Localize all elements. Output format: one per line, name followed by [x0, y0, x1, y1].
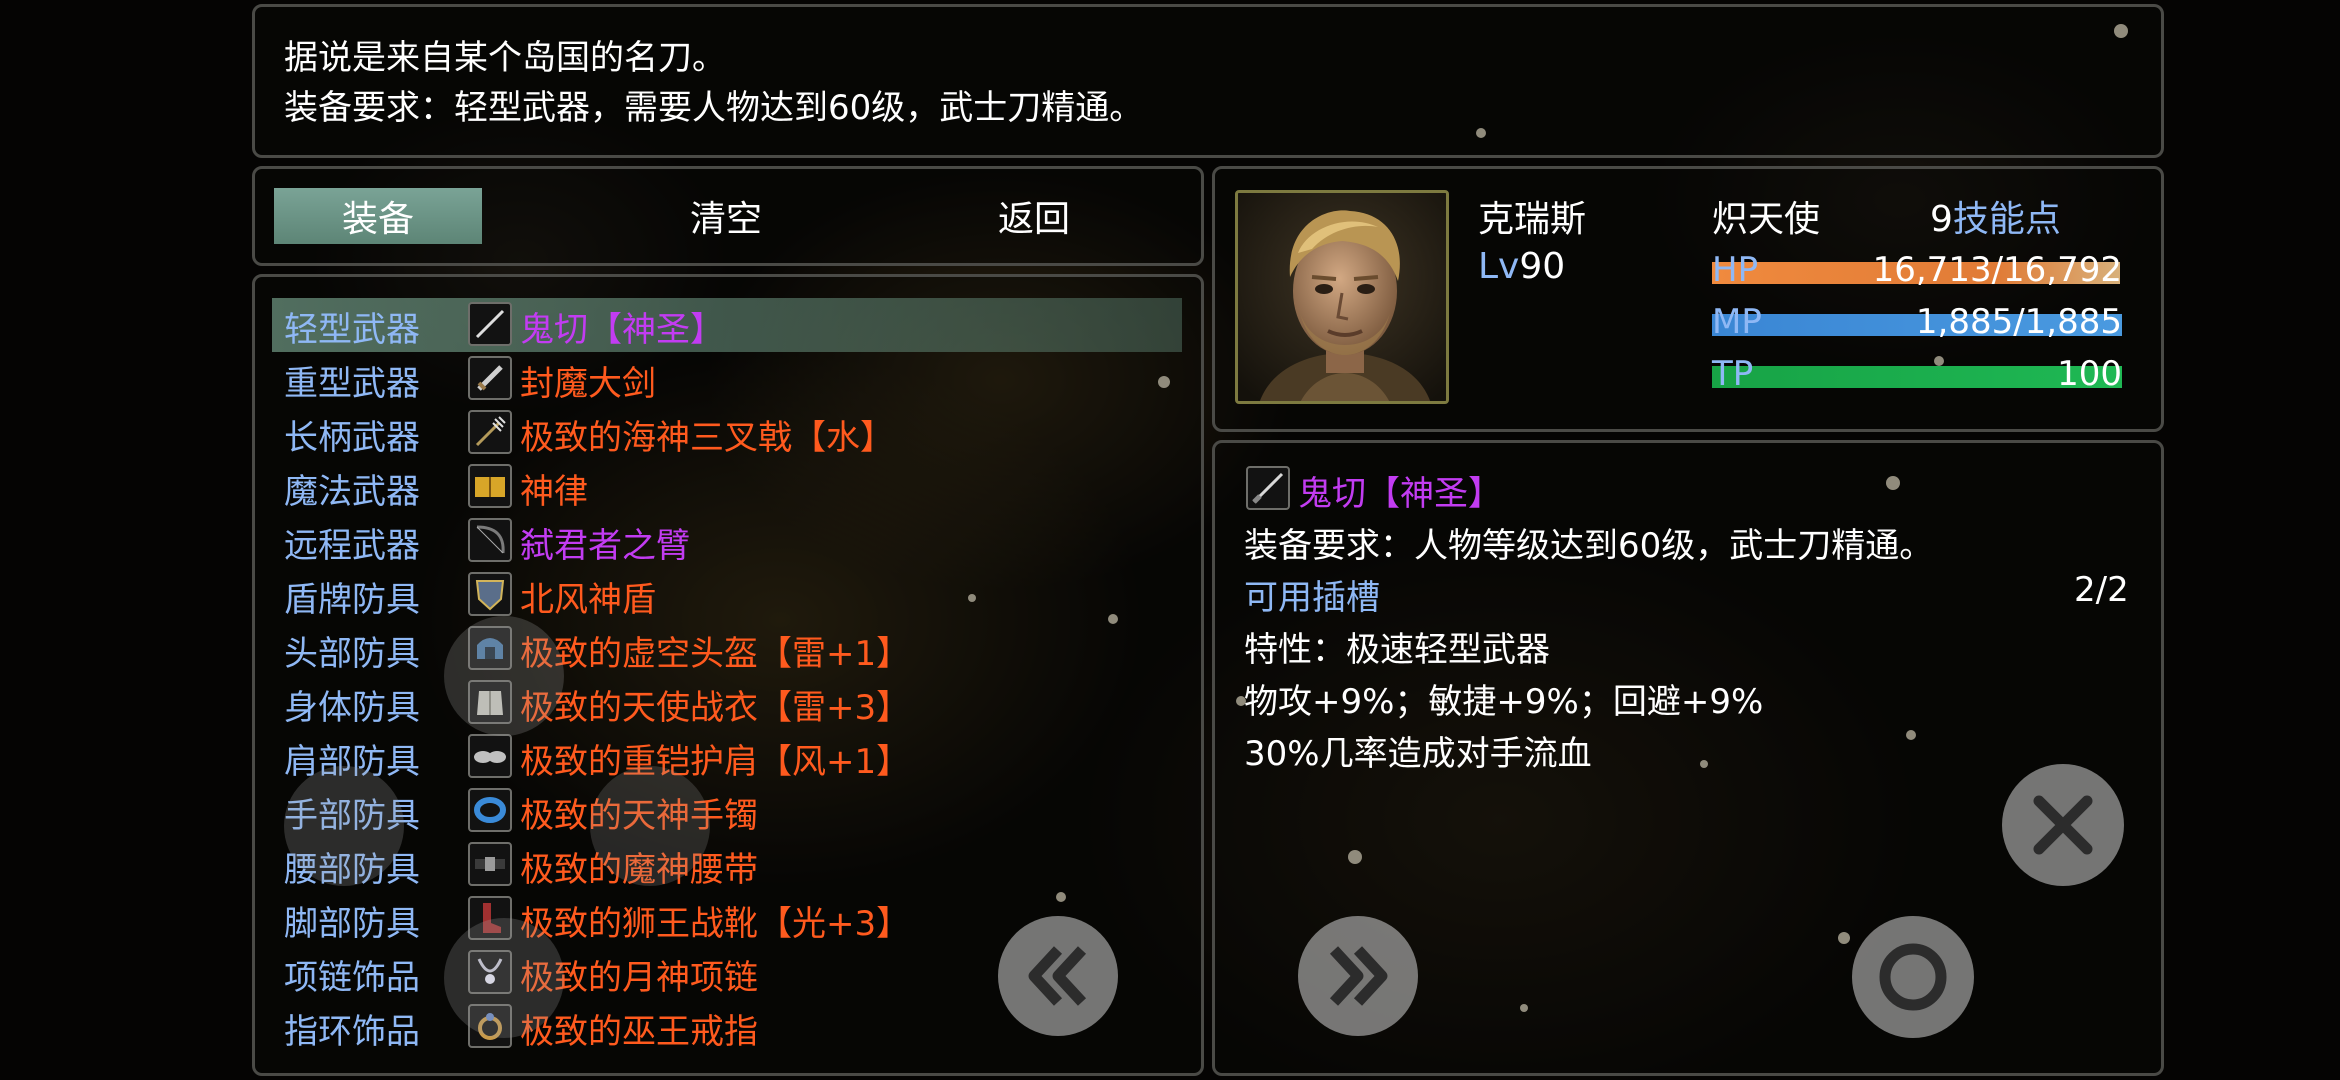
equipped-item-name: 极致的虚空头盔【雷+1】 — [520, 634, 911, 674]
item-trait: 特性：极速轻型武器 — [1244, 630, 1550, 670]
equipment-slot-row[interactable]: 长柄武器 极致的海神三叉戟【水】 — [272, 406, 1182, 460]
slot-type-label: 魔法武器 — [284, 472, 420, 512]
hp-bar: HP 16,713/16,792 — [1712, 250, 2122, 290]
pauldron-icon — [468, 734, 512, 778]
slot-type-label: 指环饰品 — [284, 1012, 420, 1052]
equipment-slot-row[interactable]: 盾牌防具 北风神盾 — [272, 568, 1182, 622]
slot-type-label: 项链饰品 — [284, 958, 420, 998]
level-label: Lv — [1478, 246, 1520, 287]
dpad-up[interactable] — [444, 616, 564, 736]
bow-icon — [468, 518, 512, 562]
character-level: Lv90 — [1478, 246, 1565, 287]
equipment-slot-row[interactable]: 头部防具 极致的虚空头盔【雷+1】 — [272, 622, 1182, 676]
close-icon — [2033, 795, 2093, 855]
equipment-slot-row[interactable]: 手部防具 极致的天神手镯 — [272, 784, 1182, 838]
equipped-item-name: 鬼切【神圣】 — [520, 310, 724, 350]
equipped-item-name: 封魔大剑 — [520, 364, 656, 404]
equipped-item-name: 神律 — [520, 472, 588, 512]
character-portrait — [1235, 190, 1449, 404]
tp-label: TP — [1712, 354, 1754, 394]
item-requirement-summary: 装备要求：轻型武器，需要人物达到60级，武士刀精通。 — [284, 88, 1144, 128]
slot-type-label: 身体防具 — [284, 688, 420, 728]
previous-button[interactable] — [998, 916, 1118, 1036]
skill-points-label: 技能点 — [1952, 199, 2061, 240]
katana-icon — [1246, 466, 1290, 510]
slot-type-label: 远程武器 — [284, 526, 420, 566]
item-description: 据说是来自某个岛国的名刀。 — [284, 38, 726, 78]
slot-type-label: 盾牌防具 — [284, 580, 420, 620]
mp-bar: MP 1,885/1,885 — [1712, 302, 2122, 342]
trident-icon — [468, 410, 512, 454]
slot-type-label: 头部防具 — [284, 634, 420, 674]
tab-equip[interactable]: 装备 — [274, 188, 482, 244]
close-button[interactable] — [2002, 764, 2124, 886]
confirm-button[interactable] — [1852, 916, 1974, 1038]
game-screen: 据说是来自某个岛国的名刀。 装备要求：轻型武器，需要人物达到60级，武士刀精通。… — [0, 0, 2340, 1080]
equipment-slot-row[interactable]: 身体防具 极致的天使战衣【雷+3】 — [272, 676, 1182, 730]
tp-bar: TP 100 — [1712, 354, 2122, 394]
socket-label: 可用插槽 — [1244, 578, 1380, 618]
level-value: 90 — [1519, 246, 1566, 287]
tp-value: 100 — [2057, 354, 2122, 394]
katana-icon — [468, 302, 512, 346]
equipment-slot-row[interactable]: 魔法武器 神律 — [272, 460, 1182, 514]
dpad-down[interactable] — [444, 918, 564, 1038]
equipped-item-name: 极致的重铠护肩【风+1】 — [520, 742, 911, 782]
hp-value: 16,713/16,792 — [1872, 250, 2122, 290]
spellbook-icon — [468, 464, 512, 508]
equipment-slot-row[interactable]: 远程武器 弑君者之臂 — [272, 514, 1182, 568]
slot-type-label: 重型武器 — [284, 364, 420, 404]
item-effect: 30%几率造成对手流血 — [1244, 734, 1592, 774]
belt-icon — [468, 842, 512, 886]
slot-type-label: 脚部防具 — [284, 904, 420, 944]
circle-icon — [1879, 943, 1947, 1011]
character-class: 炽天使 — [1712, 199, 1821, 240]
item-stats: 物攻+9%；敏捷+9%；回避+9% — [1244, 682, 1764, 722]
equipped-item-name: 极致的巫王戒指 — [520, 1012, 758, 1052]
equipped-item-name: 极致的天使战衣【雷+3】 — [520, 688, 911, 728]
tab-clear[interactable]: 清空 — [622, 188, 830, 244]
slot-type-label: 轻型武器 — [284, 310, 420, 350]
socket-count: 2/2 — [2074, 570, 2129, 610]
double-chevron-left-icon — [1028, 946, 1087, 1006]
next-button[interactable] — [1298, 916, 1418, 1036]
bracelet-icon — [468, 788, 512, 832]
equipped-item-name: 北风神盾 — [520, 580, 656, 620]
equipment-slot-row[interactable]: 腰部防具 极致的魔神腰带 — [272, 838, 1182, 892]
mp-label: MP — [1712, 302, 1762, 342]
equipment-slot-row[interactable]: 肩部防具 极致的重铠护肩【风+1】 — [272, 730, 1182, 784]
dpad-right[interactable] — [590, 766, 710, 886]
mp-value: 1,885/1,885 — [1915, 302, 2122, 342]
dpad-left[interactable] — [284, 766, 404, 886]
double-chevron-right-icon — [1329, 946, 1388, 1006]
hp-label: HP — [1712, 250, 1759, 290]
skill-points[interactable]: 9技能点 — [1930, 190, 2061, 242]
shield-icon — [468, 572, 512, 616]
item-detail-name: 鬼切【神圣】 — [1298, 474, 1502, 514]
equipped-item-name: 极致的海神三叉戟【水】 — [520, 418, 894, 458]
equipped-item-name: 极致的狮王战靴【光+3】 — [520, 904, 911, 944]
equipment-slot-row[interactable]: 轻型武器 鬼切【神圣】 — [272, 298, 1182, 352]
tab-back[interactable]: 返回 — [930, 188, 1138, 244]
item-detail-requirement: 装备要求：人物等级达到60级，武士刀精通。 — [1244, 526, 1934, 566]
equipped-item-name: 弑君者之臂 — [520, 526, 690, 566]
skill-points-value: 9 — [1930, 199, 1953, 240]
character-name: 克瑞斯 — [1478, 199, 1587, 240]
greatsword-icon — [468, 356, 512, 400]
slot-type-label: 长柄武器 — [284, 418, 420, 458]
equipment-slot-row[interactable]: 重型武器 封魔大剑 — [272, 352, 1182, 406]
